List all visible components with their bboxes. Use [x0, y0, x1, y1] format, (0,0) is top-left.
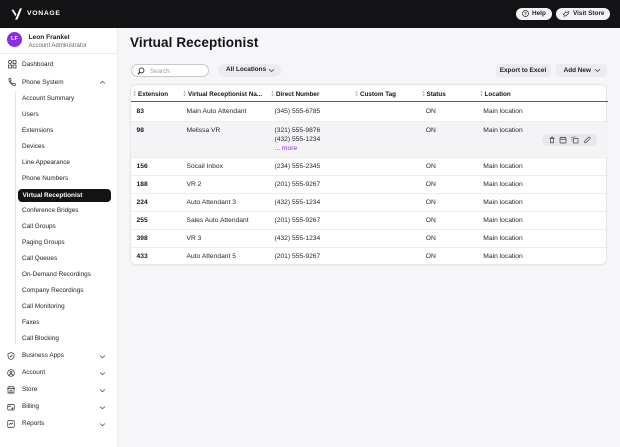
- svg-text:?: ?: [524, 11, 527, 16]
